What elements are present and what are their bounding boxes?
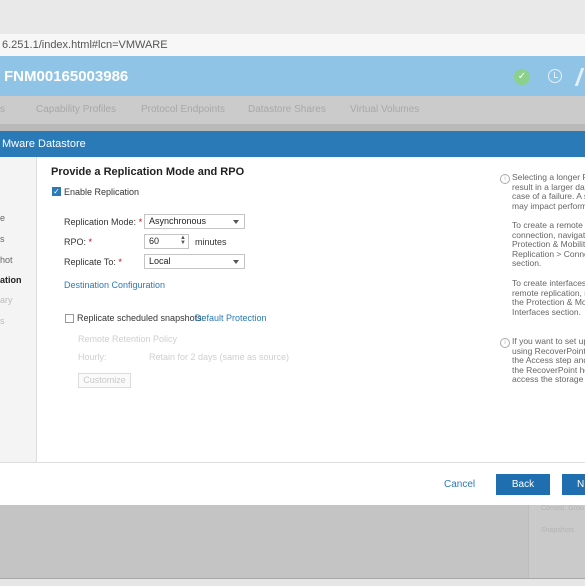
back-button[interactable]: Back	[496, 474, 550, 495]
system-name: FNM00165003986	[4, 68, 129, 85]
customize-button[interactable]: Customize	[78, 373, 131, 388]
hourly-label: Hourly:	[78, 352, 107, 362]
next-button[interactable]: N	[562, 474, 585, 495]
replication-mode-label: Replication Mode: *	[64, 217, 143, 227]
tab-datastore-shares[interactable]: Datastore Shares	[248, 104, 326, 115]
step-item[interactable]: s	[0, 316, 5, 326]
cancel-button[interactable]: Cancel	[444, 479, 475, 490]
address-bar-url[interactable]: 6.251.1/index.html#lcn=VMWARE	[2, 39, 168, 51]
chevron-down-icon	[233, 220, 239, 224]
enable-replication-label: Enable Replication	[64, 187, 140, 197]
dialog-title: Mware Datastore	[2, 138, 86, 150]
check-circle-icon[interactable]: ✓	[514, 69, 530, 85]
step-item[interactable]: ary	[0, 295, 13, 305]
dialog-header	[0, 131, 585, 157]
scheduled-snapshots-checkbox[interactable]	[65, 314, 74, 323]
enable-replication-checkbox[interactable]: ✓	[52, 187, 61, 196]
remote-retention-label: Remote Retention Policy	[78, 334, 178, 344]
help-text: To create interfaces remote replication,…	[512, 278, 585, 317]
rpo-label: RPO: *	[64, 237, 93, 247]
default-protection-link[interactable]: Default Protection	[195, 313, 267, 323]
history-icon[interactable]	[548, 69, 562, 83]
replicate-to-select[interactable]: Local	[144, 254, 245, 269]
destination-configuration-link[interactable]: Destination Configuration	[64, 280, 165, 290]
divider	[0, 462, 585, 463]
scheduled-snapshots-label: Replicate scheduled snapshots:	[77, 313, 205, 323]
background-panel	[528, 505, 585, 578]
help-text: If you want to set up using RecoverPoint…	[512, 336, 585, 385]
step-item[interactable]: s	[0, 234, 5, 244]
hourly-value: Retain for 2 days (same as source)	[149, 352, 290, 362]
ghost-item: Consist. Grou	[541, 505, 584, 512]
chevron-down-icon	[233, 260, 239, 264]
info-icon: i	[500, 174, 510, 184]
ghost-item: Snapshots	[541, 527, 575, 534]
step-item-active[interactable]: ation	[0, 275, 22, 285]
section-title: Provide a Replication Mode and RPO	[51, 166, 245, 178]
help-text: Selecting a longer R result in a larger …	[512, 172, 585, 211]
step-item[interactable]: e	[0, 213, 5, 223]
help-text: To create a remote r connection, navigat…	[512, 220, 585, 269]
rpo-unit: minutes	[195, 237, 227, 247]
step-item[interactable]: hot	[0, 255, 13, 265]
tab-capability-profiles[interactable]: Capability Profiles	[36, 104, 116, 115]
spinner-icon[interactable]: ▲ ▼	[180, 235, 186, 246]
tab-protocol-endpoints[interactable]: Protocol Endpoints	[141, 104, 225, 115]
tab-virtual-volumes[interactable]: Virtual Volumes	[350, 104, 419, 115]
replicate-to-label: Replicate To: *	[64, 257, 122, 267]
page-background	[0, 505, 585, 578]
browser-toolbar	[0, 0, 585, 35]
info-icon: i	[500, 338, 510, 348]
wizard-steps	[0, 157, 37, 462]
replication-mode-select[interactable]: Asynchronous	[144, 214, 245, 229]
tab-datastores[interactable]: s	[0, 104, 5, 115]
